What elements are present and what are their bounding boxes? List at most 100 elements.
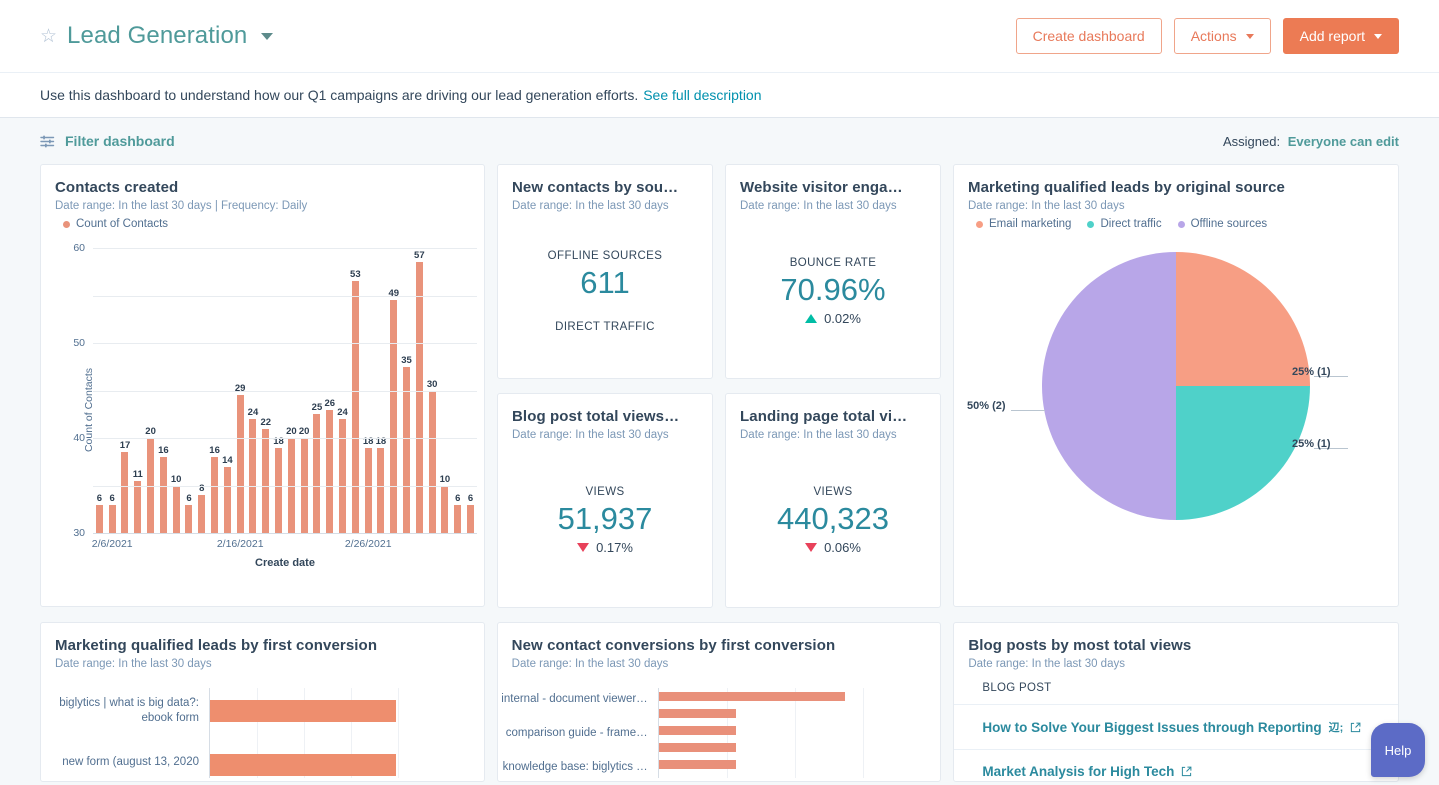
bar[interactable] bbox=[339, 419, 347, 533]
legend-item-offline-sources[interactable]: Offline sources bbox=[1177, 218, 1267, 230]
hbar-category-labels: biglytics | what is big data?: ebook for… bbox=[41, 696, 209, 771]
bar[interactable] bbox=[428, 390, 436, 533]
add-report-button[interactable]: Add report bbox=[1282, 18, 1399, 54]
bar[interactable] bbox=[121, 452, 129, 533]
bar[interactable] bbox=[108, 504, 116, 533]
x-axis-title: Create date bbox=[255, 557, 315, 569]
help-button[interactable]: Help bbox=[1371, 723, 1425, 777]
card-mql-by-original-source[interactable]: Marketing qualified leads by original so… bbox=[953, 164, 1399, 607]
kpi-value: 51,937 bbox=[557, 500, 653, 536]
card-title: New contact conversions by first convers… bbox=[511, 637, 836, 654]
bar[interactable] bbox=[223, 466, 231, 533]
card-subtitle: Date range: In the last 30 days bbox=[740, 429, 897, 441]
bar[interactable] bbox=[415, 262, 423, 533]
dashboard-row-2: Marketing qualified leads by first conve… bbox=[40, 622, 1399, 782]
hbar bbox=[658, 692, 845, 701]
bar[interactable] bbox=[95, 504, 103, 533]
kpi-label: OFFLINE SOURCES bbox=[547, 250, 663, 263]
card-subtitle: Date range: In the last 30 days bbox=[968, 658, 1125, 670]
card-subtitle: Date range: In the last 30 days bbox=[511, 658, 669, 670]
card-new-contact-conversions[interactable]: New contact conversions by first convers… bbox=[496, 622, 942, 782]
bar-value-label: 25 bbox=[311, 402, 323, 414]
card-contacts-created[interactable]: Contacts created Date range: In the last… bbox=[40, 164, 485, 607]
table-column-header: BLOG POST bbox=[954, 670, 1398, 705]
filter-dashboard-button[interactable]: Filter dashboard bbox=[40, 133, 175, 149]
hbar bbox=[658, 726, 736, 735]
card-title: Contacts created bbox=[55, 179, 179, 196]
card-mql-by-first-conversion[interactable]: Marketing qualified leads by first conve… bbox=[40, 622, 485, 782]
bar[interactable] bbox=[351, 281, 359, 533]
card-new-contacts-by-source[interactable]: New contacts by sou… Date range: In the … bbox=[497, 164, 713, 379]
bar-value-label: 6 bbox=[96, 492, 103, 504]
bar[interactable] bbox=[390, 300, 398, 533]
bar-value-label: 57 bbox=[414, 250, 425, 262]
kpi-delta-value: 0.17% bbox=[596, 540, 633, 556]
dashboard-description: Use this dashboard to understand how our… bbox=[0, 72, 1439, 117]
legend-label: Count of Contacts bbox=[76, 218, 169, 230]
bar-value-label: 20 bbox=[298, 426, 310, 437]
bar[interactable] bbox=[467, 504, 474, 533]
card-subtitle: Date range: In the last 30 days bbox=[968, 200, 1125, 212]
card-blog-post-total-views[interactable]: Blog post total views… Date range: In th… bbox=[497, 393, 713, 608]
star-outline-icon[interactable]: ☆ bbox=[40, 27, 57, 46]
blog-post-link[interactable]: How to Solve Your Biggest Issues through… bbox=[982, 720, 1321, 735]
actions-button[interactable]: Actions bbox=[1173, 18, 1271, 54]
bar[interactable] bbox=[262, 428, 270, 533]
chevron-down-icon[interactable] bbox=[261, 32, 274, 40]
bar[interactable] bbox=[403, 366, 411, 533]
bar-value-label: 53 bbox=[350, 269, 361, 281]
bar[interactable] bbox=[313, 414, 321, 533]
legend-label: Email marketing bbox=[989, 218, 1072, 230]
gridline: 10 bbox=[93, 485, 477, 487]
y-axis-tick: 50 bbox=[73, 337, 85, 349]
bar-value-label: 24 bbox=[247, 407, 259, 418]
bar[interactable] bbox=[172, 485, 180, 533]
triangle-down-icon bbox=[577, 543, 590, 553]
assigned-value-link[interactable]: Everyone can edit bbox=[1288, 134, 1399, 149]
table-row[interactable]: Market Analysis for High Tech bbox=[954, 750, 1398, 781]
legend-item-count-of-contacts[interactable]: Count of Contacts bbox=[63, 218, 168, 230]
bar-value-label: 22 bbox=[260, 416, 272, 428]
bar-value-label: 35 bbox=[401, 354, 412, 366]
kpi-delta: 0.17% bbox=[577, 540, 633, 555]
bar[interactable] bbox=[364, 447, 372, 533]
pie-legend: Email marketing Direct traffic Offline sou… bbox=[954, 212, 1398, 230]
blog-post-link[interactable]: Market Analysis for High Tech bbox=[982, 764, 1174, 779]
bar[interactable] bbox=[377, 447, 385, 533]
pie-chart: 25% (1) 25% (1) 50% (2) bbox=[954, 230, 1398, 585]
kpi-secondary-label: DIRECT TRAFFIC bbox=[555, 320, 655, 333]
bar[interactable] bbox=[275, 447, 283, 533]
bar[interactable] bbox=[236, 395, 244, 533]
horizontal-bar-chart: biglytics | what is big data?: ebook for… bbox=[41, 688, 484, 778]
table-row[interactable]: How to Solve Your Biggest Issues through… bbox=[954, 705, 1398, 750]
bar[interactable] bbox=[211, 457, 219, 533]
bar[interactable] bbox=[326, 409, 334, 533]
card-title: Marketing qualified leads by original so… bbox=[968, 179, 1285, 196]
dashboard-title-group: ☆ Lead Generation bbox=[40, 22, 274, 50]
bar[interactable] bbox=[198, 495, 206, 533]
bar[interactable] bbox=[185, 504, 193, 533]
bar[interactable] bbox=[441, 485, 449, 533]
card-blog-posts-by-views[interactable]: Blog posts by most total views Date rang… bbox=[953, 622, 1399, 782]
bar[interactable] bbox=[159, 457, 167, 533]
bar[interactable] bbox=[249, 419, 257, 533]
bar[interactable] bbox=[454, 504, 462, 533]
gridline: 20 bbox=[93, 438, 477, 439]
create-dashboard-button[interactable]: Create dashboard bbox=[1015, 18, 1162, 54]
hbar-category-label: knowledge base: biglytics … bbox=[502, 761, 648, 773]
bar-value-label: 11 bbox=[132, 468, 143, 480]
see-full-description-link[interactable]: See full description bbox=[643, 87, 761, 103]
hbar-category-label: comparison guide - frame… bbox=[505, 727, 648, 739]
pie-label-offline: 50% (2) bbox=[967, 400, 1006, 412]
card-website-visitor-engagement[interactable]: Website visitor enga… Date range: In the… bbox=[725, 164, 941, 379]
pie-label-email: 25% (1) bbox=[1292, 366, 1331, 378]
chevron-down-icon bbox=[1245, 33, 1254, 39]
legend-item-direct-traffic[interactable]: Direct traffic bbox=[1087, 218, 1162, 230]
kpi-column-2: Website visitor enga… Date range: In the… bbox=[725, 164, 941, 608]
card-landing-page-total-views[interactable]: Landing page total vi… Date range: In th… bbox=[725, 393, 941, 608]
page-title[interactable]: Lead Generation bbox=[67, 22, 247, 50]
legend-color-dot bbox=[976, 220, 983, 228]
bar[interactable] bbox=[134, 480, 142, 533]
legend-item-email-marketing[interactable]: Email marketing bbox=[976, 218, 1071, 230]
gridline: 30 bbox=[73, 390, 477, 539]
